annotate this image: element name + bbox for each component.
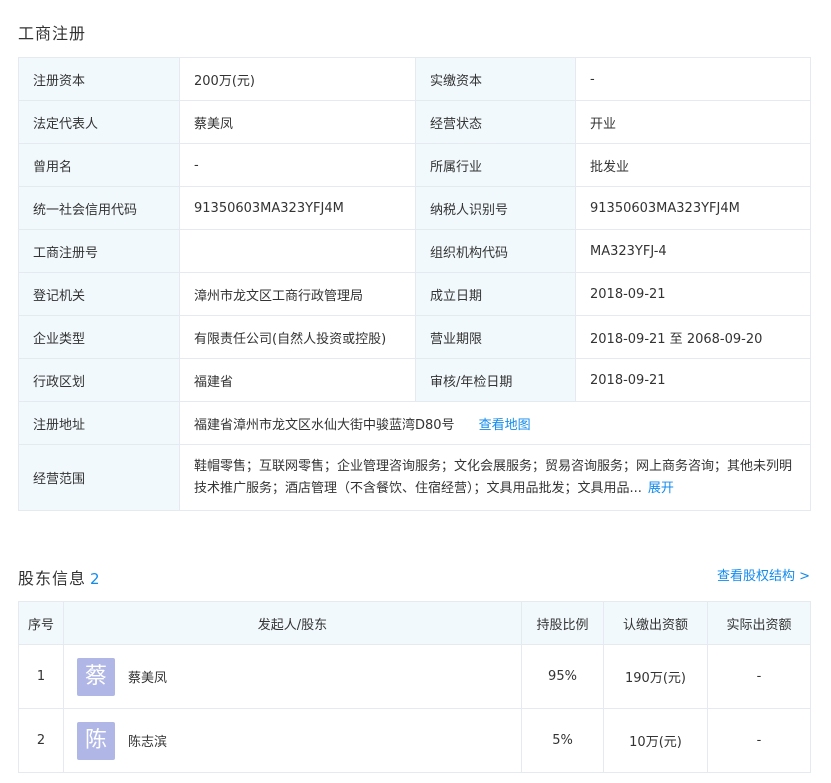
section-title-shareholders: 股东信息 2 <box>18 565 101 589</box>
field-label: 实缴资本 <box>415 57 576 101</box>
field-label: 审核/年检日期 <box>415 358 576 402</box>
table-row: 统一社会信用代码 91350603MA323YFJ4M 纳税人识别号 91350… <box>18 186 811 230</box>
section-title-registration: 工商注册 <box>18 24 87 43</box>
shareholders-table: 序号 发起人/股东 持股比例 认缴出资额 实际出资额 1 蔡蔡美凤 95% 19… <box>18 601 811 773</box>
table-row: 1 蔡蔡美凤 95% 190万(元) - <box>18 644 811 709</box>
address-cell: 福建省漳州市龙文区水仙大街中骏蓝湾D80号 查看地图 <box>179 401 811 445</box>
field-value: 蔡美凤 <box>179 100 416 144</box>
expand-link[interactable]: 展开 <box>648 481 674 496</box>
column-header-paid: 实际出资额 <box>707 601 811 645</box>
field-label: 法定代表人 <box>18 100 180 144</box>
field-label: 企业类型 <box>18 315 180 359</box>
field-label: 纳税人识别号 <box>415 186 576 230</box>
column-header-subscribed: 认缴出资额 <box>603 601 708 645</box>
field-value: 91350603MA323YFJ4M <box>575 186 811 230</box>
table-row: 企业类型 有限责任公司(自然人投资或控股) 营业期限 2018-09-21 至 … <box>18 315 811 359</box>
field-value: 200万(元) <box>179 57 416 101</box>
subscribed-capital: 190万(元) <box>603 644 708 709</box>
field-label: 统一社会信用代码 <box>18 186 180 230</box>
shareholder-name[interactable]: 蔡美凤 <box>128 667 167 686</box>
field-label: 曾用名 <box>18 143 180 187</box>
table-row: 2 陈陈志滨 5% 10万(元) - <box>18 708 811 773</box>
shareholder-cell: 陈陈志滨 <box>63 708 522 773</box>
view-map-link[interactable]: 查看地图 <box>479 418 531 433</box>
field-value: 批发业 <box>575 143 811 187</box>
shareholders-header: 股东信息 2 查看股权结构 > <box>18 563 810 589</box>
avatar: 蔡 <box>77 657 115 696</box>
row-index: 2 <box>18 708 64 773</box>
subscribed-capital: 10万(元) <box>603 708 708 773</box>
field-label: 成立日期 <box>415 272 576 316</box>
table-row: 行政区划 福建省 审核/年检日期 2018-09-21 <box>18 358 811 402</box>
field-value: - <box>575 57 811 101</box>
shareholder-cell: 蔡蔡美凤 <box>63 644 522 709</box>
field-label: 经营范围 <box>18 444 180 511</box>
table-row-scope: 经营范围 鞋帽零售；互联网零售；企业管理咨询服务；文化会展服务；贸易咨询服务；网… <box>18 444 811 511</box>
shareholders-title: 股东信息 <box>18 569 87 588</box>
avatar: 陈 <box>77 721 115 760</box>
table-row: 曾用名 - 所属行业 批发业 <box>18 143 811 187</box>
registration-table: 注册资本 200万(元) 实缴资本 - 法定代表人 蔡美凤 经营状态 开业 曾用… <box>18 57 811 511</box>
row-index: 1 <box>18 644 64 709</box>
field-label: 经营状态 <box>415 100 576 144</box>
field-label: 注册地址 <box>18 401 180 445</box>
field-label: 注册资本 <box>18 57 180 101</box>
field-value: 2018-09-21 <box>575 358 811 402</box>
view-equity-structure-link[interactable]: 查看股权结构 > <box>717 565 810 584</box>
field-value: 漳州市龙文区工商行政管理局 <box>179 272 416 316</box>
field-value: 开业 <box>575 100 811 144</box>
field-label: 组织机构代码 <box>415 229 576 273</box>
table-header-row: 序号 发起人/股东 持股比例 认缴出资额 实际出资额 <box>18 601 811 645</box>
field-label: 营业期限 <box>415 315 576 359</box>
field-value: MA323YFJ-4 <box>575 229 811 273</box>
column-header-index: 序号 <box>18 601 64 645</box>
field-value: 2018-09-21 <box>575 272 811 316</box>
field-label: 所属行业 <box>415 143 576 187</box>
field-value: 福建省 <box>179 358 416 402</box>
column-header-name: 发起人/股东 <box>63 601 522 645</box>
field-label: 工商注册号 <box>18 229 180 273</box>
table-row: 工商注册号 组织机构代码 MA323YFJ-4 <box>18 229 811 273</box>
address-value: 福建省漳州市龙文区水仙大街中骏蓝湾D80号 <box>194 417 455 433</box>
field-value: 有限责任公司(自然人投资或控股) <box>179 315 416 359</box>
shareholding-ratio: 95% <box>521 644 604 709</box>
paid-capital: - <box>707 708 811 773</box>
table-row: 法定代表人 蔡美凤 经营状态 开业 <box>18 100 811 144</box>
scope-value: 鞋帽零售；互联网零售；企业管理咨询服务；文化会展服务；贸易咨询服务；网上商务咨询… <box>194 458 793 496</box>
table-row: 登记机关 漳州市龙文区工商行政管理局 成立日期 2018-09-21 <box>18 272 811 316</box>
field-value: - <box>179 143 416 187</box>
field-label: 行政区划 <box>18 358 180 402</box>
scope-cell: 鞋帽零售；互联网零售；企业管理咨询服务；文化会展服务；贸易咨询服务；网上商务咨询… <box>179 444 811 511</box>
shareholder-count: 2 <box>90 570 101 588</box>
field-value: 91350603MA323YFJ4M <box>179 186 416 230</box>
table-row-address: 注册地址 福建省漳州市龙文区水仙大街中骏蓝湾D80号 查看地图 <box>18 401 811 445</box>
column-header-ratio: 持股比例 <box>521 601 604 645</box>
field-value <box>179 229 416 273</box>
field-value: 2018-09-21 至 2068-09-20 <box>575 315 811 359</box>
field-label: 登记机关 <box>18 272 180 316</box>
shareholding-ratio: 5% <box>521 708 604 773</box>
paid-capital: - <box>707 644 811 709</box>
table-row: 注册资本 200万(元) 实缴资本 - <box>18 57 811 101</box>
shareholder-name[interactable]: 陈志滨 <box>128 731 167 750</box>
